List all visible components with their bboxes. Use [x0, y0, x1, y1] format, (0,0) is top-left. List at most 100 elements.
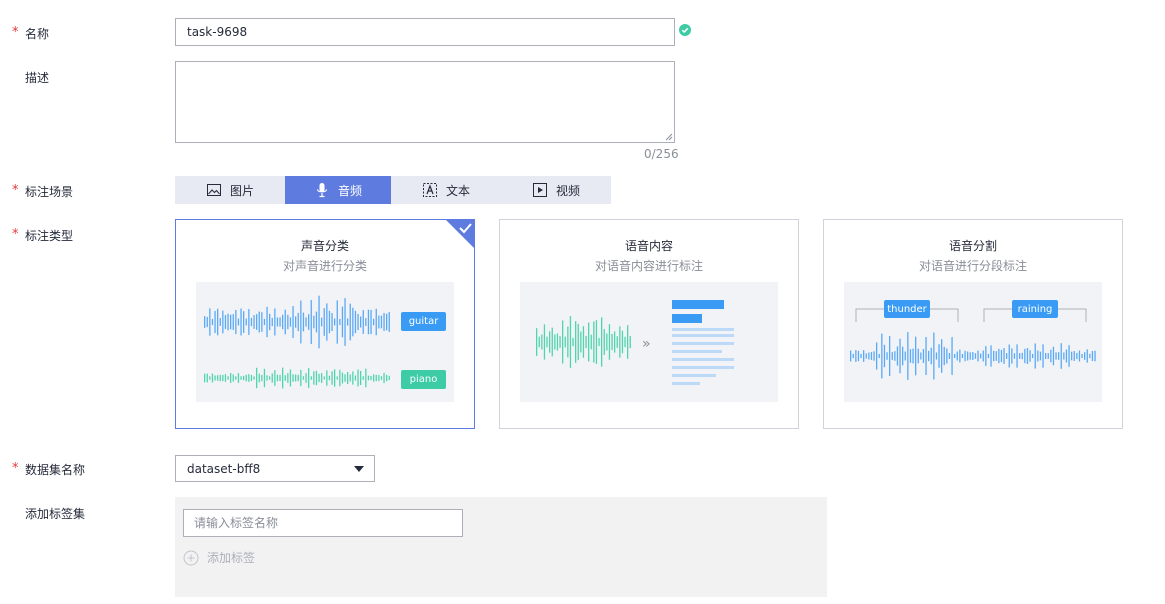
- text-line-highlight: [672, 314, 702, 323]
- video-icon: [532, 183, 547, 197]
- wave-bar: [1068, 345, 1070, 367]
- wave-bar: [204, 316, 206, 328]
- card-speech-segmentation[interactable]: 语音分割 对语音进行分段标注 thunder raining: [823, 219, 1123, 429]
- tab-video[interactable]: 视频: [501, 176, 611, 204]
- wave-bar: [310, 376, 312, 380]
- wave-bar: [865, 353, 867, 359]
- caret-down-icon: [354, 466, 364, 472]
- add-tag-label: 添加标签: [207, 551, 256, 565]
- tag-chip-raining: raining: [1012, 300, 1058, 318]
- wave-bar: [370, 309, 372, 335]
- wave-bar: [925, 336, 927, 376]
- wave-bar: [274, 370, 276, 386]
- wave-bar: [328, 310, 331, 334]
- wave-bar: [347, 372, 349, 384]
- card-speech-content[interactable]: 语音内容 对语音内容进行标注 »: [499, 219, 799, 429]
- wave-bar: [1050, 349, 1052, 363]
- dataset-select[interactable]: dataset-bff8: [175, 455, 375, 482]
- wave-bar: [378, 315, 380, 329]
- wave-bar: [1042, 344, 1044, 368]
- wave-bar: [334, 318, 336, 326]
- wave-bar: [935, 352, 938, 360]
- wave-bar: [588, 322, 590, 362]
- card-sound-classification[interactable]: 声音分类 对声音进行分类 guitar piano: [175, 219, 475, 429]
- wave-bar: [318, 295, 320, 349]
- wave-bar: [933, 332, 935, 380]
- text-line: [672, 358, 734, 361]
- wave-bar: [347, 318, 349, 326]
- wave-bar: [300, 369, 302, 387]
- wave-bar: [360, 316, 362, 328]
- tab-text[interactable]: 文本: [391, 176, 501, 204]
- wave-bar: [367, 375, 370, 381]
- name-input[interactable]: task-9698: [175, 18, 675, 46]
- wave-bar: [235, 376, 237, 380]
- card-title: 声音分类: [300, 239, 349, 253]
- tab-image[interactable]: 图片: [175, 176, 285, 204]
- wave-bar: [593, 321, 595, 363]
- wave-bar: [922, 348, 925, 364]
- wave-bar: [248, 309, 250, 335]
- wave-bar: [606, 333, 608, 351]
- wave-bar: [217, 308, 219, 336]
- wave-bar: [282, 367, 284, 389]
- wave-bar: [323, 376, 325, 380]
- wave-bar: [279, 317, 281, 327]
- wave-bar: [284, 375, 286, 381]
- wave-bar: [266, 306, 268, 338]
- wave-bar: [383, 372, 385, 384]
- wave-bar: [211, 373, 214, 383]
- selected-check-icon: [445, 219, 475, 249]
- wave-bar: [297, 312, 299, 332]
- wave-bar: [240, 308, 242, 336]
- wave-bar: [243, 375, 245, 381]
- tag-chip-guitar: guitar: [401, 312, 446, 331]
- wave-bar: [943, 346, 945, 366]
- wave-bar: [946, 348, 948, 364]
- wave-bar: [344, 298, 346, 346]
- tag-name-input[interactable]: [183, 509, 463, 537]
- scene-label: 标注场景: [25, 185, 74, 199]
- wave-bar: [367, 309, 370, 335]
- wave-bar: [1073, 351, 1075, 361]
- wave-bar: [850, 350, 852, 362]
- text-line: [672, 328, 734, 331]
- wave-bar: [896, 346, 899, 366]
- wave-bar: [240, 376, 242, 380]
- wave-bar: [1094, 350, 1096, 362]
- segmented-waveform-graphic: [850, 308, 1096, 380]
- wave-bar: [611, 333, 613, 351]
- wave-bar: [279, 374, 281, 382]
- wave-bar: [575, 321, 577, 363]
- wave-bar: [227, 376, 229, 380]
- wave-bar: [230, 373, 232, 383]
- scene-tabs: 图片 音频 文本 视频: [175, 176, 611, 204]
- wave-bar: [263, 368, 266, 388]
- add-tag-button[interactable]: 添加标签: [183, 549, 255, 566]
- text-line: [672, 334, 734, 337]
- wave-bar: [383, 313, 385, 331]
- wave-bar: [1024, 348, 1026, 364]
- wave-bar: [352, 307, 354, 337]
- wave-bar: [237, 373, 240, 383]
- wave-bar: [362, 310, 364, 334]
- wave-bar: [253, 315, 255, 329]
- wave-bar: [308, 368, 310, 388]
- wave-bar: [1016, 344, 1018, 368]
- wave-bar: [334, 369, 336, 387]
- wave-bar: [603, 329, 605, 355]
- description-textarea[interactable]: [175, 61, 675, 143]
- wave-bar: [627, 325, 629, 359]
- wave-bar: [1032, 353, 1034, 359]
- wave-bar: [577, 323, 579, 361]
- wave-bar: [224, 374, 227, 382]
- wave-bar: [357, 313, 359, 331]
- wave-bar: [276, 317, 279, 327]
- wave-bar: [318, 373, 320, 383]
- resize-handle-icon[interactable]: [665, 133, 673, 141]
- wave-bar: [211, 318, 214, 326]
- wave-bar: [985, 346, 987, 366]
- tab-audio[interactable]: 音频: [285, 176, 391, 204]
- wave-bar: [1052, 346, 1055, 366]
- wave-bar: [974, 353, 977, 359]
